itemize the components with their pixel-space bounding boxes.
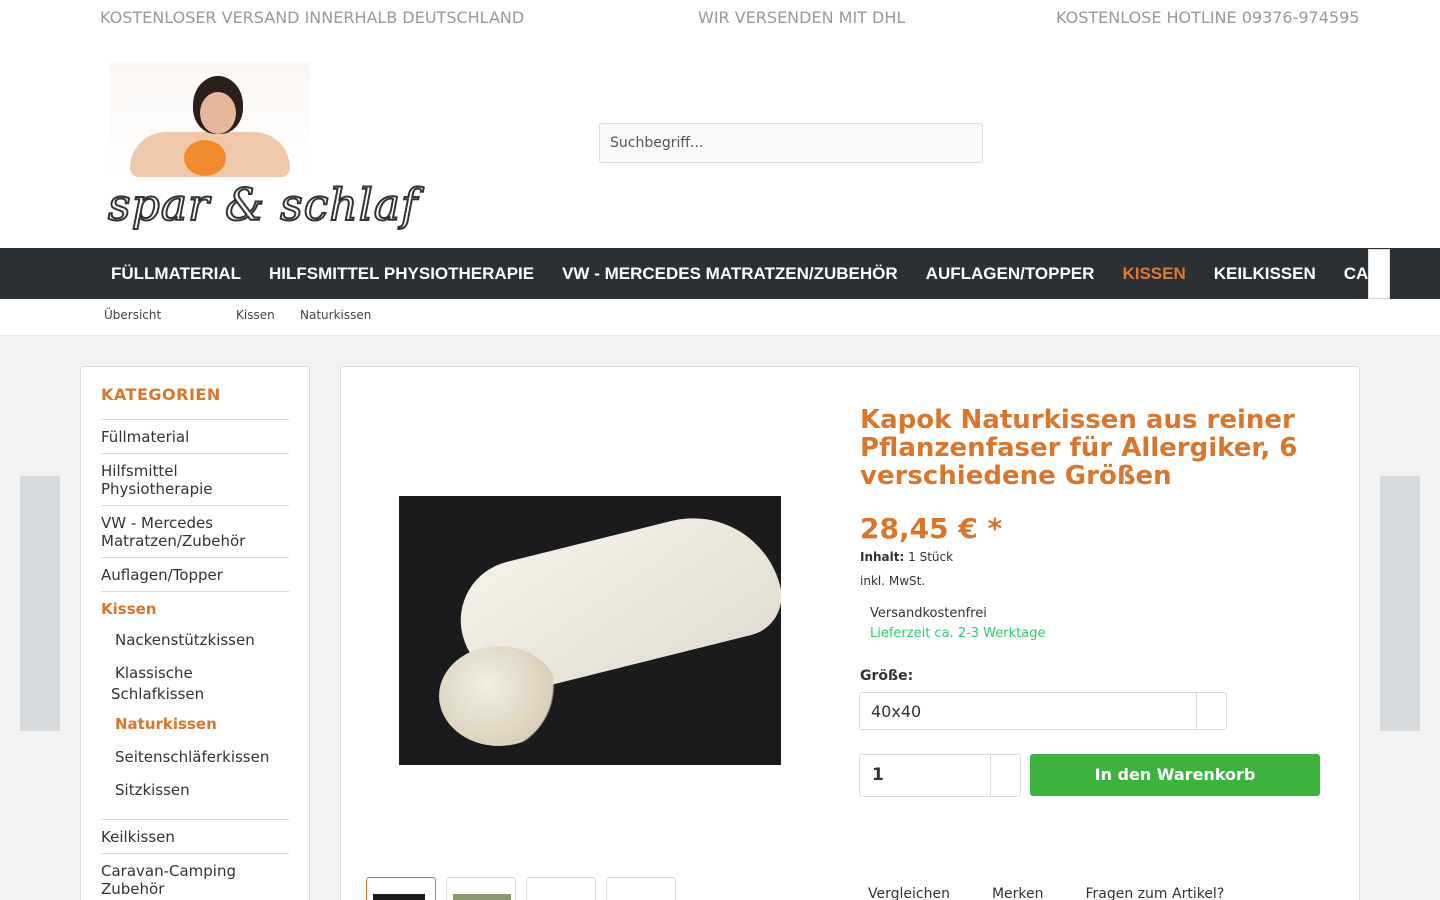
product-actions: Vergleichen Merken Fragen zum Artikel? [860,886,1224,900]
chevron-down-icon [1196,693,1226,729]
sidebar-subitem-sitzkissen[interactable]: Sitzkissen [101,775,289,819]
question-link[interactable]: Fragen zum Artikel? [1078,886,1225,900]
piggy-bank-icon [184,140,226,176]
product-price: 28,45 € * [860,512,1003,545]
breadcrumb: Übersicht Kissen Naturkissen [0,299,1440,336]
breadcrumb-kissen[interactable]: Kissen [236,308,275,322]
nav-item-vw-mercedes-matratzen-zubehör[interactable]: VW - Mercedes Matratzen/Zubehör [548,248,912,299]
breadcrumb-naturkissen[interactable]: Naturkissen [300,308,371,322]
delivery-text: Lieferzeit ca. 2-3 Werktage [870,626,1046,641]
search-form [599,123,983,163]
user-icon[interactable] [1094,113,1118,137]
overview-link[interactable]: Übersicht [104,308,161,322]
tax-note: inkl. MwSt. [860,574,926,588]
search-input[interactable] [600,124,930,162]
nav-scroll-right-button[interactable] [1368,249,1390,299]
product-title: Kapok Naturkissen aus reiner Pflanzenfas… [860,405,1298,491]
category-sidebar: KATEGORIEN Füllmaterial Hilfsmittel Phys… [80,366,310,900]
sidebar-subitem-nackenstuetzkissen[interactable]: Nackenstützkissen [101,625,289,658]
content-label: Inhalt: [860,550,905,564]
dhl-info: WIR VERSENDEN MIT DHL [678,8,905,27]
size-select[interactable]: 40x40 [859,692,1227,730]
logo-text: spar & schlaf [107,179,419,232]
thumbnail[interactable] [526,877,596,900]
sidebar-subitem-klassische[interactable]: Klassische Schlafkissen [101,658,289,709]
quantity-value: 1 [872,765,884,785]
nav-item-caravan-camping-zubehör[interactable]: Caravan-Camping Zubehör [1330,248,1369,299]
remember-link[interactable]: Merken [984,886,1044,900]
heart-icon[interactable] [1236,113,1260,137]
shipping-info: Versandkostenfrei [860,606,987,621]
size-label: Größe: [860,668,914,684]
sidebar-item-hilfsmittel[interactable]: Hilfsmittel Physiotherapie [101,453,289,505]
previous-product-button[interactable] [20,476,60,731]
nav-item-hilfsmittel-physiotherapie[interactable]: Hilfsmittel Physiotherapie [255,248,548,299]
top-info-bar: KOSTENLOSER VERSAND INNERHALB DEUTSCHLAN… [0,0,1440,40]
chevron-down-icon [990,755,1020,796]
main-navigation: Füllmaterial Hilfsmittel Physiotherapie VW… [0,248,1440,299]
sidebar-item-caravan[interactable]: Caravan-Camping Zubehör [101,853,289,900]
shipping-text: Versandkostenfrei [870,606,987,621]
sidebar-item-vw-mercedes[interactable]: VW - Mercedes Matratzen/Zubehör [101,505,289,557]
product-content: Inhalt: 1 Stück [860,550,953,564]
sidebar-subitem-seitenschlaefer[interactable]: Seitenschläferkissen [101,742,289,775]
sidebar-item-auflagen[interactable]: Auflagen/Topper [101,557,289,591]
add-to-cart-label: In den Warenkorb [1094,765,1256,784]
free-shipping-text: KOSTENLOSER VERSAND INNERHALB DEUTSCHLAN… [100,8,525,27]
search-icon[interactable] [952,133,972,153]
sidebar-subitem-naturkissen[interactable]: Naturkissen [101,709,289,742]
free-shipping-info: KOSTENLOSER VERSAND INNERHALB DEUTSCHLAN… [80,8,524,27]
hotline-text: KOSTENLOSE HOTLINE 09376-974595 [1056,8,1360,27]
nav-item-füllmaterial[interactable]: Füllmaterial [97,248,255,299]
add-to-cart-button[interactable]: In den Warenkorb [1030,754,1320,796]
compare-link[interactable]: Vergleichen [860,886,950,900]
delivery-info: Lieferzeit ca. 2-3 Werktage [860,626,1045,641]
size-select-value: 40x40 [871,702,922,721]
nav-item-kissen[interactable]: Kissen [1108,248,1199,299]
cart-icon[interactable] [1229,153,1253,177]
thumbnail[interactable] [606,877,676,900]
dhl-text: WIR VERSENDEN MIT DHL [698,8,906,27]
sidebar-heading: KATEGORIEN [101,385,221,404]
quantity-select[interactable]: 1 [859,754,1021,797]
category-list: Füllmaterial Hilfsmittel Physiotherapie … [101,419,289,900]
thumbnail[interactable] [366,877,436,900]
thumbnail[interactable] [446,877,516,900]
thumbnail-strip [366,877,676,900]
next-product-button[interactable] [1380,476,1420,731]
sidebar-item-fuellmaterial[interactable]: Füllmaterial [101,419,289,453]
nav-item-auflagen-topper[interactable]: Auflagen/Topper [912,248,1109,299]
nav-item-keilkissen[interactable]: Keilkissen [1200,248,1330,299]
logo[interactable]: spar & schlaf [100,62,418,232]
product-image[interactable] [399,496,781,765]
sidebar-item-kissen[interactable]: Kissen [101,591,289,625]
hotline-info: KOSTENLOSE HOTLINE 09376-974595 [1036,8,1359,27]
content-value: 1 Stück [908,550,954,564]
sidebar-item-keilkissen[interactable]: Keilkissen [101,819,289,853]
main-nav-list: Füllmaterial Hilfsmittel Physiotherapie VW… [97,248,1369,299]
